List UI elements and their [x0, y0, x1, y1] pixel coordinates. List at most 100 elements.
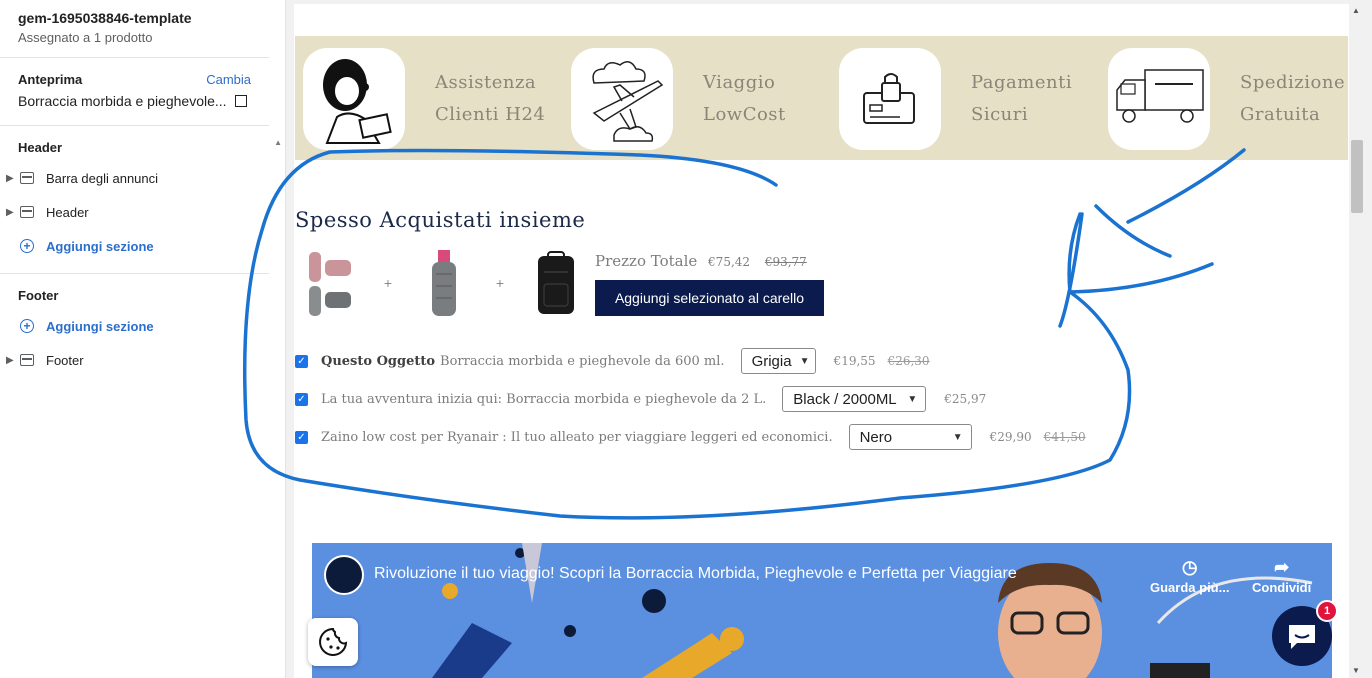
feature-shipping: Spedizione Gratuita — [1108, 48, 1345, 150]
product-thumb-bottle-2l[interactable] — [416, 248, 472, 318]
sidebar-item-label: Footer — [46, 352, 84, 368]
preview-label: Anteprima — [18, 72, 83, 87]
chevron-down-icon: ▼ — [952, 431, 963, 443]
clock-icon: ◷ — [1181, 557, 1198, 577]
section-icon — [20, 172, 34, 184]
variant-value: Nero — [859, 428, 893, 446]
plus-separator: + — [495, 275, 505, 291]
plus-separator: + — [383, 275, 393, 291]
variant-value: Black / 2000ML — [793, 390, 897, 408]
feature-line1: Spedizione — [1240, 72, 1346, 93]
share-arrow-icon: ➦ — [1274, 557, 1290, 577]
section-icon — [20, 206, 34, 218]
item-old-price: €26,30 — [887, 354, 930, 368]
sidebar-item-footer[interactable]: ▶ Footer — [0, 343, 269, 377]
item-checkbox[interactable]: ✓ — [295, 354, 308, 368]
template-header: gem-1695038846-template Assegnato a 1 pr… — [0, 0, 269, 58]
add-section-footer-button[interactable]: + Aggiungi sezione — [0, 309, 269, 343]
cookie-icon — [319, 627, 348, 656]
template-name: gem-1695038846-template — [18, 10, 192, 26]
secure-card-icon — [839, 48, 941, 150]
delivery-truck-icon — [1108, 48, 1210, 150]
video-title[interactable]: Rivoluzione il tuo viaggio! Scopri la Bo… — [374, 565, 1017, 583]
footer-group: Footer + Aggiungi sezione ▶ Footer — [0, 274, 269, 387]
scroll-down-icon[interactable]: ▼ — [1352, 666, 1360, 675]
bundle-title: Spesso Acquistati insieme — [295, 208, 586, 232]
sidebar-item-label: Barra degli annunci — [46, 170, 159, 186]
total-price: €75,42 — [708, 255, 751, 269]
preview-scrollbar[interactable] — [1349, 0, 1372, 678]
variant-select[interactable]: Grigia ▼ — [740, 348, 816, 374]
item-prefix: Questo Oggetto — [321, 353, 436, 369]
change-preview-link[interactable]: Cambia — [206, 72, 251, 87]
headset-agent-icon — [303, 48, 405, 150]
item-price: €19,55 — [833, 354, 876, 368]
share-button[interactable]: ➦ Condividi — [1252, 557, 1311, 595]
canvas-top-edge — [294, 0, 1349, 4]
item-old-price: €41,50 — [1043, 430, 1086, 444]
feature-line1: Assistenza — [435, 72, 537, 93]
add-circle-icon: + — [20, 319, 34, 333]
header-group: Header ▶ Barra degli annunci ▶ Header + … — [0, 126, 269, 274]
share-label: Condividi — [1252, 580, 1312, 595]
chevron-down-icon: ▼ — [799, 355, 810, 367]
total-old-price: €93,77 — [764, 255, 807, 269]
chevron-right-icon[interactable]: ▶ — [6, 207, 14, 218]
airplane-icon — [571, 48, 673, 150]
bundle-line-item: ✓ La tua avventura inizia qui: Borraccia… — [295, 386, 986, 412]
sidebar-scroll-up-icon[interactable]: ▲ — [274, 138, 282, 147]
product-thumb-bottle-600[interactable] — [304, 248, 360, 318]
header-group-title: Header — [18, 140, 63, 155]
add-selected-to-cart-button[interactable]: Aggiungi selezionato al carello — [595, 280, 824, 316]
feature-travel: Viaggio LowCost — [571, 48, 786, 150]
watch-later-button[interactable]: ◷ Guarda più... — [1150, 557, 1229, 595]
item-checkbox[interactable]: ✓ — [295, 430, 308, 444]
cookie-settings-button[interactable] — [308, 618, 358, 666]
sidebar-item-header[interactable]: ▶ Header — [0, 195, 269, 229]
scroll-up-icon[interactable]: ▲ — [1352, 6, 1360, 15]
item-price: €25,97 — [944, 392, 987, 406]
item-checkbox[interactable]: ✓ — [295, 392, 308, 406]
chat-notification-badge: 1 — [1316, 600, 1338, 622]
preview-product-name: Borraccia morbida e pieghevole... — [18, 93, 227, 109]
add-circle-icon: + — [20, 239, 34, 253]
chevron-right-icon[interactable]: ▶ — [6, 355, 14, 366]
feature-text: Spedizione Gratuita — [1240, 67, 1345, 131]
variant-select[interactable]: Nero ▼ — [848, 424, 972, 450]
feature-line2: Sicuri — [971, 104, 1029, 125]
feature-line1: Viaggio — [703, 72, 776, 93]
sidebar-item-announcement-bar[interactable]: ▶ Barra degli annunci — [0, 161, 269, 195]
preview-canvas: Assistenza Clienti H24 Viaggio LowCost P… — [294, 0, 1349, 678]
footer-group-title: Footer — [18, 288, 59, 303]
product-thumb-backpack[interactable] — [528, 248, 584, 318]
chat-bubble-icon — [1289, 625, 1315, 649]
item-name: Borraccia morbida e pieghevole da 600 ml… — [440, 353, 725, 369]
chevron-right-icon[interactable]: ▶ — [6, 173, 14, 184]
scrollbar-thumb[interactable] — [1351, 140, 1363, 213]
feature-text: Assistenza Clienti H24 — [435, 67, 545, 131]
theme-editor-sidebar: gem-1695038846-template Assegnato a 1 pr… — [0, 0, 286, 678]
section-icon — [20, 354, 34, 366]
feature-payments: Pagamenti Sicuri — [839, 48, 1072, 150]
feature-text: Viaggio LowCost — [703, 67, 786, 131]
bundle-total: Prezzo Totale €75,42 €93,77 — [595, 252, 807, 270]
sidebar-item-label: Header — [46, 204, 89, 220]
total-label: Prezzo Totale — [595, 252, 698, 270]
youtube-video-embed[interactable]: Rivoluzione il tuo viaggio! Scopri la Bo… — [312, 543, 1332, 678]
feature-support: Assistenza Clienti H24 — [303, 48, 545, 150]
variant-select[interactable]: Black / 2000ML ▼ — [782, 386, 927, 412]
feature-line2: Clienti H24 — [435, 104, 546, 125]
item-price: €29,90 — [989, 430, 1032, 444]
bundle-line-item: ✓ Questo Oggetto Borraccia morbida e pie… — [295, 348, 930, 374]
add-section-header-button[interactable]: + Aggiungi sezione — [0, 229, 269, 263]
external-link-icon[interactable] — [234, 95, 247, 107]
add-section-label: Aggiungi sezione — [46, 238, 154, 254]
feature-line2: LowCost — [703, 104, 786, 125]
variant-value: Grigia — [751, 352, 792, 370]
channel-logo[interactable] — [324, 555, 364, 595]
template-assigned: Assegnato a 1 prodotto — [18, 30, 153, 45]
feature-text: Pagamenti Sicuri — [971, 67, 1072, 131]
bundle-line-item: ✓ Zaino low cost per Ryanair : Il tuo al… — [295, 424, 1086, 450]
item-name: La tua avventura inizia qui: Borraccia m… — [321, 391, 767, 407]
chevron-down-icon: ▼ — [907, 393, 918, 405]
